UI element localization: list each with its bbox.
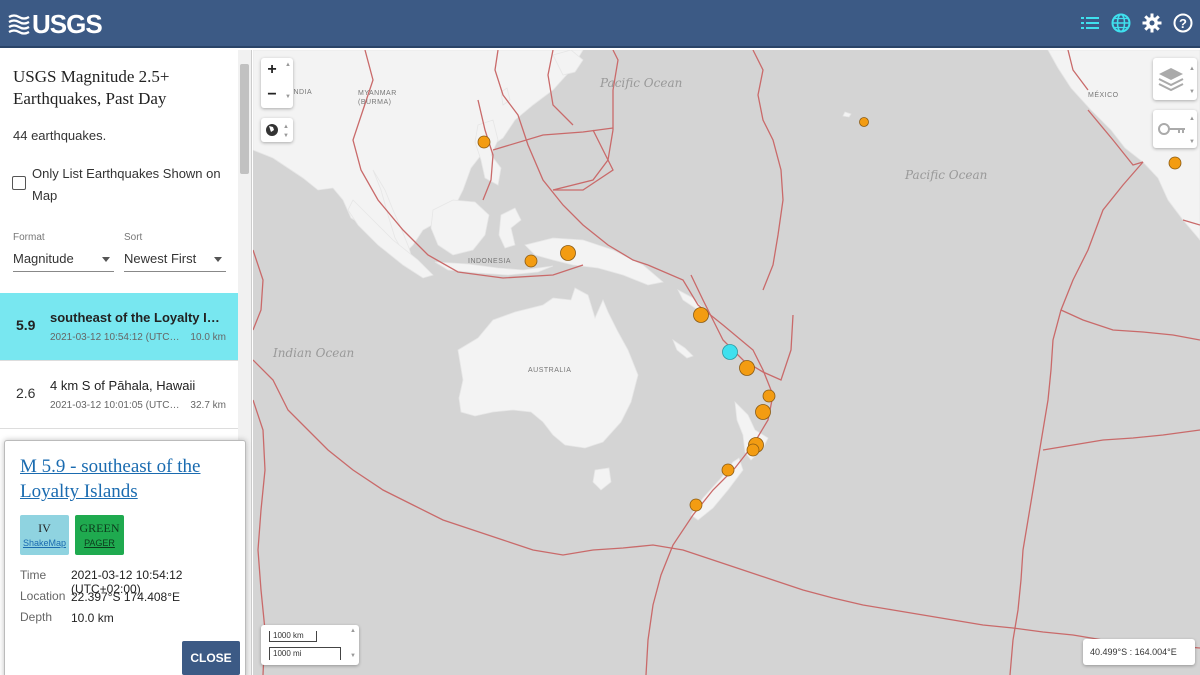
- sort-value: Newest First: [124, 251, 197, 266]
- globe-icon[interactable]: [1110, 12, 1132, 34]
- chevron-down-icon: [214, 257, 222, 262]
- zoom-in-button[interactable]: +: [261, 58, 283, 82]
- layers-icon: ▲▼: [1158, 66, 1195, 95]
- shakemap-link[interactable]: ShakeMap: [20, 538, 69, 548]
- legend-button[interactable]: ▲ ▼: [1153, 110, 1197, 148]
- earthquake-list-item[interactable]: 2.6 4 km S of Pāhala, Hawaii 2021-03-12 …: [0, 361, 238, 428]
- scroll-down-icon: ▼: [350, 653, 356, 659]
- sidebar-scrollbar-thumb[interactable]: [240, 64, 249, 174]
- svg-text:▲: ▲: [1189, 66, 1195, 72]
- format-value: Magnitude: [13, 251, 74, 266]
- globe-icon: ▲▼: [266, 124, 289, 139]
- key-icon: ▲▼: [1158, 116, 1195, 145]
- projection-button[interactable]: ▲ ▼: [261, 118, 293, 142]
- scale-mi: 1000 mi: [269, 647, 341, 660]
- svg-text:▼: ▼: [1189, 139, 1195, 145]
- earthquake-detail-popup: M 5.9 - southeast of the Loyalty Islands…: [4, 440, 246, 675]
- earthquake-count: 44 earthquakes.: [13, 128, 107, 143]
- svg-text:▲: ▲: [283, 124, 289, 130]
- land-masses: [253, 50, 1200, 521]
- country-label: MYANMAR (BURMA): [358, 90, 397, 106]
- list-title: USGS Magnitude 2.5+ Earthquakes, Past Da…: [13, 67, 170, 108]
- scroll-down-icon: ▼: [285, 94, 291, 100]
- header-bar: USGS ?: [0, 0, 1200, 48]
- coordinate-readout: 40.499°S : 164.004°E: [1083, 639, 1195, 665]
- close-button[interactable]: CLOSE: [182, 641, 240, 675]
- list-icon[interactable]: [1079, 12, 1101, 34]
- time-label: Time: [20, 568, 47, 582]
- svg-text:?: ?: [1179, 16, 1187, 31]
- depth-value: 10.0 km: [71, 611, 114, 625]
- logo-text: USGS: [32, 8, 103, 39]
- country-label: AUSTRALIA: [528, 367, 572, 374]
- sort-label: Sort: [124, 232, 143, 243]
- earthquake-list-item[interactable]: 5.9 southeast of the Loyalty Islands 202…: [0, 293, 238, 360]
- ocean-label: Indian Ocean: [273, 346, 355, 360]
- ocean-label: Pacific Ocean: [905, 168, 988, 182]
- location-value: 22.397°S 174.408°E: [71, 590, 181, 604]
- earthquake-magnitude: 2.6: [16, 385, 36, 401]
- coordinate-text: 40.499°S : 164.004°E: [1090, 647, 1177, 657]
- location-label: Location: [20, 589, 66, 603]
- shakemap-badge[interactable]: IV ShakeMap: [20, 515, 69, 555]
- format-label: Format: [13, 232, 45, 243]
- pager-badge[interactable]: GREEN PAGER: [75, 515, 124, 555]
- scale-km: 1000 km: [269, 631, 317, 642]
- only-list-checkbox[interactable]: [12, 176, 26, 190]
- list-divider: [0, 428, 238, 429]
- layers-button[interactable]: ▲ ▼: [1153, 58, 1197, 100]
- svg-text:▼: ▼: [283, 133, 289, 139]
- zoom-out-button[interactable]: −: [261, 83, 283, 107]
- shakemap-value: IV: [38, 521, 51, 535]
- map-view[interactable]: Pacific Ocean Pacific Ocean Indian Ocean…: [253, 50, 1200, 675]
- pager-link[interactable]: PAGER: [75, 538, 124, 548]
- sort-select[interactable]: Newest First: [124, 246, 226, 272]
- country-label: INDONESIA: [468, 258, 512, 265]
- country-label: INDIA: [291, 89, 313, 96]
- chevron-down-icon: [102, 257, 110, 262]
- scroll-up-icon: ▲: [285, 62, 291, 68]
- map-canvas[interactable]: [253, 50, 1200, 675]
- scale-bar: 1000 km 1000 mi ▲ ▼: [261, 625, 359, 665]
- zoom-control: + − ▲ ▼: [261, 58, 293, 108]
- scroll-up-icon: ▲: [350, 628, 356, 634]
- earthquake-depth: 10.0 km: [190, 332, 226, 343]
- ocean-label: Pacific Ocean: [600, 76, 683, 90]
- country-label: MÉXICO: [1088, 92, 1119, 99]
- earthquake-time: 2021-03-12 10:01:05 (UTC+02:00): [50, 400, 182, 411]
- earthquake-magnitude: 5.9: [16, 317, 36, 333]
- help-icon[interactable]: ?: [1172, 12, 1194, 34]
- event-title-link[interactable]: M 5.9 - southeast of the Loyalty Islands: [20, 454, 235, 504]
- earthquake-depth: 32.7 km: [190, 400, 226, 411]
- earthquake-place: southeast of the Loyalty Islands: [50, 310, 225, 325]
- app-root: USGS ? USGS Magnitude 2.5+ Earthquakes, …: [0, 0, 1200, 675]
- earthquake-time: 2021-03-12 10:54:12 (UTC+02:00): [50, 332, 182, 343]
- svg-text:▼: ▼: [1189, 89, 1195, 95]
- usgs-logo-mark-icon: [8, 14, 30, 35]
- format-select[interactable]: Magnitude: [13, 246, 114, 272]
- header-icons: ?: [1079, 12, 1194, 34]
- earthquake-place: 4 km S of Pāhala, Hawaii: [50, 378, 196, 393]
- pager-value: GREEN: [79, 521, 120, 535]
- svg-text:▲: ▲: [1189, 116, 1195, 122]
- depth-label: Depth: [20, 610, 53, 624]
- usgs-logo[interactable]: USGS: [8, 8, 103, 39]
- gear-icon[interactable]: [1141, 12, 1163, 34]
- only-list-label[interactable]: Only List Earthquakes Shown on Map: [32, 163, 222, 207]
